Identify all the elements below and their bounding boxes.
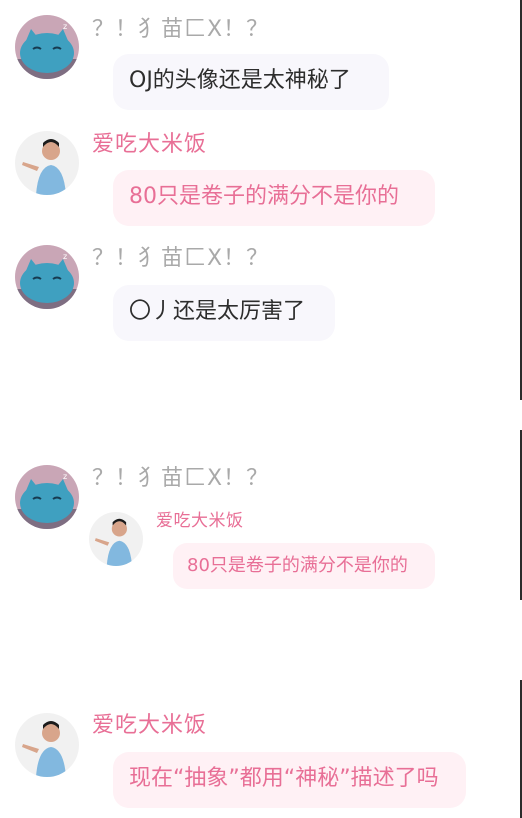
message-bubble[interactable]: 〇丿还是太厉害了: [113, 285, 335, 341]
sender-name[interactable]: ？！犭苗匚X！？: [92, 466, 269, 492]
cat-avatar-icon[interactable]: z: [15, 15, 79, 79]
sender-name[interactable]: ？！犭苗匚X！？: [92, 246, 269, 272]
cat-avatar-icon[interactable]: z: [15, 245, 79, 309]
sender-name[interactable]: 爱吃大米饭: [92, 713, 207, 739]
forwarded-sender-name[interactable]: 爱吃大米饭: [156, 511, 244, 531]
message-bubble[interactable]: 80只是卷子的满分不是你的: [113, 170, 435, 226]
svg-text:z: z: [63, 252, 67, 261]
chat-screen: z ？！犭苗匚X！？ OJ的头像还是太神秘了 爱吃大米饭 80只是卷子的满分不是…: [0, 0, 522, 818]
message-bubble[interactable]: 现在“抽象”都用“神秘”描述了吗: [113, 752, 466, 808]
person-avatar-icon[interactable]: [15, 713, 79, 777]
forwarded-message-bubble[interactable]: 80只是卷子的满分不是你的: [173, 543, 435, 589]
svg-text:z: z: [63, 22, 67, 31]
person-avatar-icon[interactable]: [89, 512, 143, 566]
sender-name[interactable]: ？！犭苗匚X！？: [92, 17, 269, 43]
person-avatar-icon[interactable]: [15, 131, 79, 195]
sender-name[interactable]: 爱吃大米饭: [92, 132, 207, 158]
message-bubble[interactable]: OJ的头像还是太神秘了: [113, 54, 389, 110]
svg-text:z: z: [63, 472, 67, 481]
cat-avatar-icon[interactable]: z: [15, 465, 79, 529]
